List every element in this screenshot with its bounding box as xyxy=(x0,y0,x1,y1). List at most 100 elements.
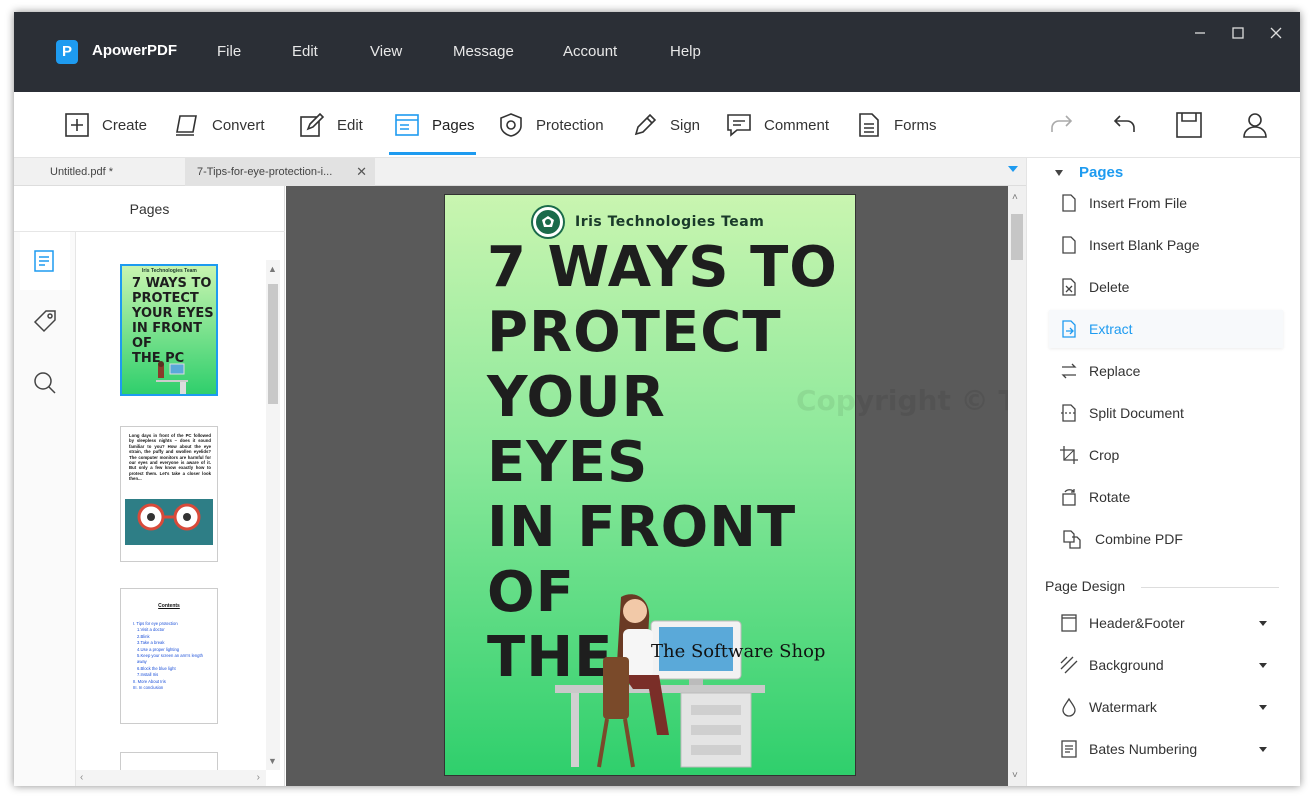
menu-view[interactable]: View xyxy=(370,43,402,60)
create-label: Create xyxy=(102,116,148,134)
pdf-page: Iris Technologies Team 7 WAYS TO PROTECT… xyxy=(444,194,856,776)
watermark-button[interactable]: Watermark xyxy=(1049,688,1283,726)
bookmark-tag-icon[interactable] xyxy=(20,292,70,350)
sign-label: Sign xyxy=(670,116,701,134)
minimize-icon[interactable] xyxy=(1190,26,1210,46)
thumb1-illustration xyxy=(156,361,188,394)
tab-eye-protection[interactable]: 7-Tips-for-eye-protection-i... ✕ xyxy=(185,158,375,186)
document-scroll-thumb[interactable] xyxy=(1011,214,1023,260)
doc-scroll-up-icon[interactable]: ˄ xyxy=(1012,192,1018,203)
header-footer-button[interactable]: Header&Footer xyxy=(1049,604,1283,642)
crop-page-button[interactable]: Crop xyxy=(1049,436,1283,474)
background-dropdown-icon[interactable] xyxy=(1259,663,1267,668)
comment-icon xyxy=(727,114,751,137)
thumb3-contents: I. Tips for eye protection 1.Visit a doc… xyxy=(133,621,203,691)
watermark-dropdown-icon[interactable] xyxy=(1259,705,1267,710)
insert-blank-page-button[interactable]: Insert Blank Page xyxy=(1049,226,1283,264)
redo-icon[interactable] xyxy=(1046,110,1076,140)
page-watermark-text: The Software Shop xyxy=(651,641,826,662)
background-button[interactable]: Background xyxy=(1049,646,1283,684)
menu-edit[interactable]: Edit xyxy=(292,43,318,60)
scroll-right-icon[interactable]: › xyxy=(257,772,260,783)
scroll-up-icon[interactable]: ▲ xyxy=(268,264,277,274)
rotate-page-button[interactable]: Rotate xyxy=(1049,478,1283,516)
app-name: ApowerPDF xyxy=(92,42,178,59)
document-viewer[interactable]: Iris Technologies Team 7 WAYS TO PROTECT… xyxy=(286,186,1008,786)
background-icon xyxy=(1060,656,1078,674)
close-icon[interactable] xyxy=(1266,26,1286,46)
pages-section-header[interactable]: Pages xyxy=(1055,164,1123,181)
sign-button[interactable]: Sign xyxy=(632,110,700,140)
convert-icon xyxy=(176,115,197,136)
scroll-left-icon[interactable]: ‹ xyxy=(80,772,83,783)
doc-scroll-down-icon[interactable]: ˅ xyxy=(1012,770,1018,781)
convert-button[interactable]: Convert xyxy=(174,110,265,140)
pages-label: Pages xyxy=(432,116,475,134)
combine-pdf-button[interactable]: Combine PDF xyxy=(1049,520,1283,558)
replace-icon xyxy=(1061,363,1077,379)
page-brand-text: Iris Technologies Team xyxy=(575,214,765,230)
shield-icon xyxy=(500,113,522,137)
extract-pages-button[interactable]: Extract xyxy=(1049,310,1283,348)
scroll-down-icon[interactable]: ▼ xyxy=(268,756,277,766)
rotate-icon xyxy=(1062,489,1076,506)
thumbnails-hscrollbar[interactable]: ‹ › xyxy=(76,770,266,786)
thumbnails-scrollbar[interactable]: ▲ ▼ xyxy=(266,260,280,770)
edit-icon xyxy=(300,112,325,137)
user-icon[interactable] xyxy=(1240,110,1270,140)
crop-label: Crop xyxy=(1089,447,1120,463)
insert-from-file-label: Insert From File xyxy=(1089,195,1188,211)
tab-close-icon[interactable]: ✕ xyxy=(356,158,367,186)
maximize-icon[interactable] xyxy=(1228,26,1248,46)
thumb1-title: 7 WAYS TO PROTECT YOUR EYES IN FRONT OF THE … xyxy=(132,276,214,366)
replace-page-button[interactable]: Replace xyxy=(1049,352,1283,390)
bates-numbering-button[interactable]: Bates Numbering xyxy=(1049,730,1283,768)
insert-blank-page-label: Insert Blank Page xyxy=(1089,237,1200,253)
split-document-label: Split Document xyxy=(1089,405,1184,421)
protection-button[interactable]: Protection xyxy=(498,110,604,140)
split-icon xyxy=(1061,404,1077,422)
forms-button[interactable]: Forms xyxy=(856,110,937,140)
convert-label: Convert xyxy=(212,116,265,134)
page-thumbnail-1[interactable]: Iris Technologies Team 7 WAYS TO PROTECT Y… xyxy=(120,264,218,396)
page-thumbnail-4[interactable] xyxy=(120,752,218,772)
menu-file[interactable]: File xyxy=(217,43,241,60)
header-footer-dropdown-icon[interactable] xyxy=(1259,621,1267,626)
delete-page-button[interactable]: Delete xyxy=(1049,268,1283,306)
header-footer-icon xyxy=(1061,614,1077,632)
thumbnails-icon[interactable] xyxy=(20,232,70,290)
camera-logo-icon xyxy=(533,207,563,237)
create-button[interactable]: Create xyxy=(64,110,147,140)
search-icon[interactable] xyxy=(20,354,70,412)
save-icon[interactable] xyxy=(1174,110,1204,140)
pages-sidebar: Pages Iris Technologies Team 7 WAYS TO PR… xyxy=(14,186,285,786)
protection-label: Protection xyxy=(536,116,604,134)
thumb3-heading: Contents xyxy=(158,603,180,609)
tab-untitled[interactable]: Untitled.pdf * xyxy=(50,158,180,186)
edit-button[interactable]: Edit xyxy=(299,110,363,140)
page-brand: Iris Technologies Team xyxy=(533,207,764,237)
split-document-button[interactable]: Split Document xyxy=(1049,394,1283,432)
menu-help[interactable]: Help xyxy=(670,43,701,60)
pen-icon xyxy=(634,113,657,136)
comment-button[interactable]: Comment xyxy=(726,110,829,140)
bates-numbering-dropdown-icon[interactable] xyxy=(1259,747,1267,752)
menu-message[interactable]: Message xyxy=(453,43,514,60)
pages-button[interactable]: Pages xyxy=(394,110,475,140)
page-thumbnail-2[interactable]: Long days in front of the PC followed by… xyxy=(120,426,218,562)
blank-page-icon xyxy=(1062,236,1076,254)
document-scrollbar[interactable]: ˄ ˅ xyxy=(1008,186,1026,786)
tab-list-dropdown-icon[interactable] xyxy=(1008,166,1018,172)
insert-from-file-button[interactable]: Insert From File xyxy=(1049,184,1283,222)
replace-label: Replace xyxy=(1089,363,1141,379)
document-tab-bar: Untitled.pdf * 7-Tips-for-eye-protection… xyxy=(14,158,1026,186)
background-label: Background xyxy=(1089,657,1164,673)
thumbnails-scroll-thumb[interactable] xyxy=(268,284,278,404)
undo-icon[interactable] xyxy=(1110,110,1140,140)
page-thumbnail-3[interactable]: Contents I. Tips for eye protection 1.Vi… xyxy=(120,588,218,724)
page-thumbnails: Iris Technologies Team 7 WAYS TO PROTECT Y… xyxy=(76,232,266,772)
thumb2-text: Long days in front of the PC followed by… xyxy=(129,433,211,482)
thumb2-eyes-illustration xyxy=(125,499,213,545)
menu-account[interactable]: Account xyxy=(563,43,617,60)
insert-file-icon xyxy=(1062,194,1076,212)
